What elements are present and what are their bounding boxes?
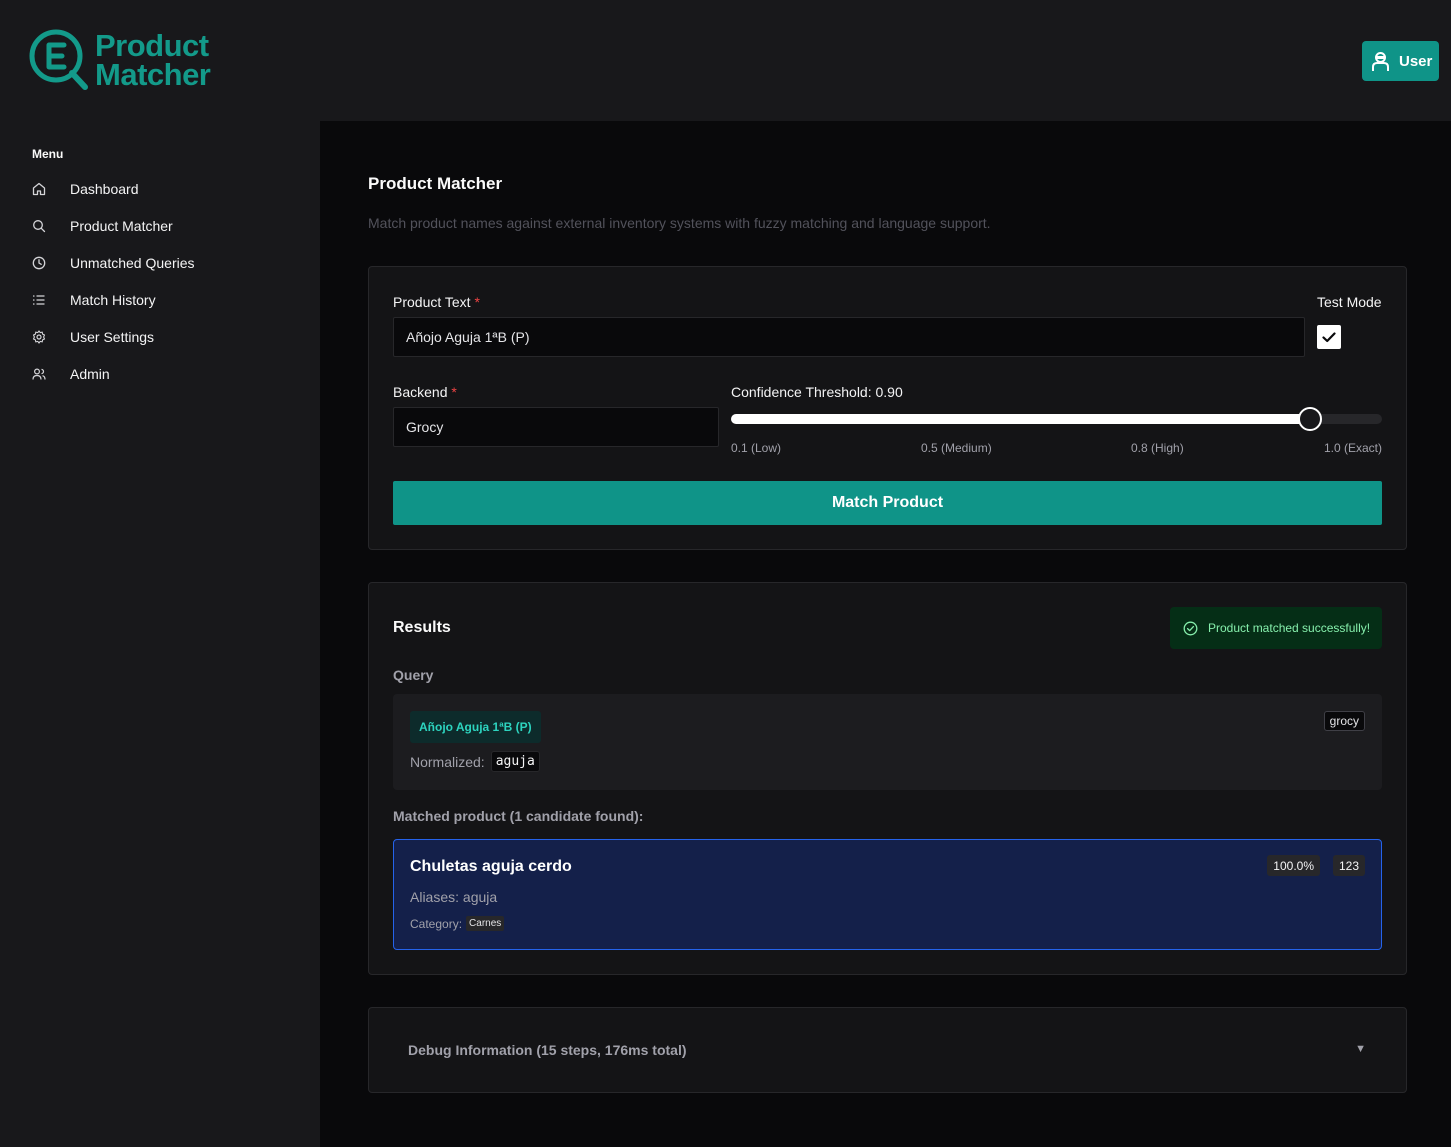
success-alert: Product matched successfully! bbox=[1170, 607, 1382, 649]
match-product-button[interactable]: Match Product bbox=[393, 481, 1382, 525]
sidebar-item-user-settings[interactable]: User Settings bbox=[26, 322, 306, 352]
normalized-row: Normalized: aguja bbox=[410, 751, 540, 772]
users-icon bbox=[32, 368, 46, 380]
debug-panel[interactable]: Debug Information (15 steps, 176ms total… bbox=[368, 1007, 1407, 1093]
slider-tick-exact: 1.0 (Exact) bbox=[1323, 441, 1382, 455]
query-box: Añojo Aguja 1ªB (P) grocy Normalized: ag… bbox=[393, 694, 1382, 790]
sidebar-item-label: Unmatched Queries bbox=[70, 255, 195, 271]
slider-tick-medium: 0.5 (Medium) bbox=[921, 441, 992, 455]
sidebar-item-dashboard[interactable]: Dashboard bbox=[26, 174, 306, 204]
confidence-slider-track[interactable] bbox=[731, 414, 1382, 424]
logo-icon bbox=[29, 29, 88, 90]
debug-title: Debug Information (15 steps, 176ms total… bbox=[408, 1042, 687, 1058]
matched-product-name: Chuletas aguja cerdo bbox=[410, 858, 572, 875]
product-id-badge: 123 bbox=[1332, 855, 1365, 876]
sidebar-item-label: Match History bbox=[70, 292, 156, 308]
success-message: Product matched successfully! bbox=[1208, 621, 1371, 635]
confidence-label: Confidence Threshold: 0.90 bbox=[731, 384, 903, 400]
sidebar-item-unmatched-queries[interactable]: Unmatched Queries bbox=[26, 248, 306, 278]
page-title: Product Matcher bbox=[368, 174, 503, 193]
sidebar: Menu Dashboard Product Matcher Unmatched… bbox=[0, 121, 320, 1147]
results-title: Results bbox=[393, 619, 451, 636]
gear-icon bbox=[32, 330, 46, 344]
check-icon bbox=[1322, 331, 1336, 342]
matched-product-aliases: Aliases: aguja bbox=[410, 889, 498, 905]
category-row: Category: Carnes bbox=[410, 916, 505, 931]
sidebar-item-label: Admin bbox=[70, 366, 110, 382]
sidebar-item-product-matcher[interactable]: Product Matcher bbox=[26, 211, 306, 241]
matched-product-card[interactable]: Chuletas aguja cerdo 100.0% 123 Aliases:… bbox=[393, 839, 1382, 950]
product-text-label: Product Text * bbox=[393, 294, 480, 310]
search-icon bbox=[33, 220, 46, 233]
logo[interactable]: Product Matcher bbox=[29, 28, 211, 92]
backend-label: Backend * bbox=[393, 384, 457, 400]
sidebar-item-label: Dashboard bbox=[70, 181, 139, 197]
home-icon bbox=[32, 182, 46, 196]
match-score-badge: 100.0% bbox=[1267, 855, 1320, 876]
chevron-down-icon[interactable]: ▼ bbox=[1355, 1043, 1366, 1055]
sidebar-item-match-history[interactable]: Match History bbox=[26, 285, 306, 315]
logo-text: Product Matcher bbox=[95, 28, 211, 92]
query-label: Query bbox=[393, 667, 434, 683]
product-text-input[interactable]: Añojo Aguja 1ªB (P) bbox=[393, 317, 1305, 357]
user-icon bbox=[1372, 51, 1389, 71]
results-card: Results Product matched successfully! Qu… bbox=[368, 582, 1407, 975]
confidence-slider-thumb[interactable] bbox=[1297, 407, 1322, 431]
query-text-tag: Añojo Aguja 1ªB (P) bbox=[410, 711, 541, 743]
list-icon bbox=[33, 295, 45, 305]
normalized-value: aguja bbox=[490, 751, 540, 772]
main-content: Product Matcher Match product names agai… bbox=[320, 121, 1451, 1147]
user-button[interactable]: User bbox=[1362, 41, 1439, 81]
test-mode-checkbox[interactable] bbox=[1317, 325, 1341, 349]
slider-tick-high: 0.8 (High) bbox=[1131, 441, 1184, 455]
slider-tick-low: 0.1 (Low) bbox=[731, 441, 782, 455]
user-button-label: User bbox=[1399, 52, 1433, 70]
test-mode-label: Test Mode bbox=[1317, 294, 1382, 310]
category-label: Category: bbox=[410, 916, 463, 931]
sidebar-item-label: User Settings bbox=[70, 329, 155, 345]
app-header: Product Matcher User bbox=[0, 0, 1451, 121]
menu-title: Menu bbox=[32, 147, 64, 161]
backend-tag: grocy bbox=[1323, 711, 1365, 731]
match-form-card: Product Text * Añojo Aguja 1ªB (P) Test … bbox=[368, 266, 1407, 550]
sidebar-item-admin[interactable]: Admin bbox=[26, 359, 306, 389]
page-subtitle: Match product names against external inv… bbox=[368, 215, 991, 231]
check-circle-icon bbox=[1183, 621, 1198, 635]
clock-icon bbox=[32, 256, 46, 270]
matched-label: Matched product (1 candidate found): bbox=[393, 808, 644, 824]
category-tag: Carnes bbox=[466, 916, 505, 931]
normalized-label: Normalized: bbox=[410, 753, 485, 770]
backend-select[interactable]: Grocy bbox=[393, 407, 719, 447]
sidebar-item-label: Product Matcher bbox=[70, 218, 173, 234]
confidence-slider-fill bbox=[731, 414, 1310, 424]
